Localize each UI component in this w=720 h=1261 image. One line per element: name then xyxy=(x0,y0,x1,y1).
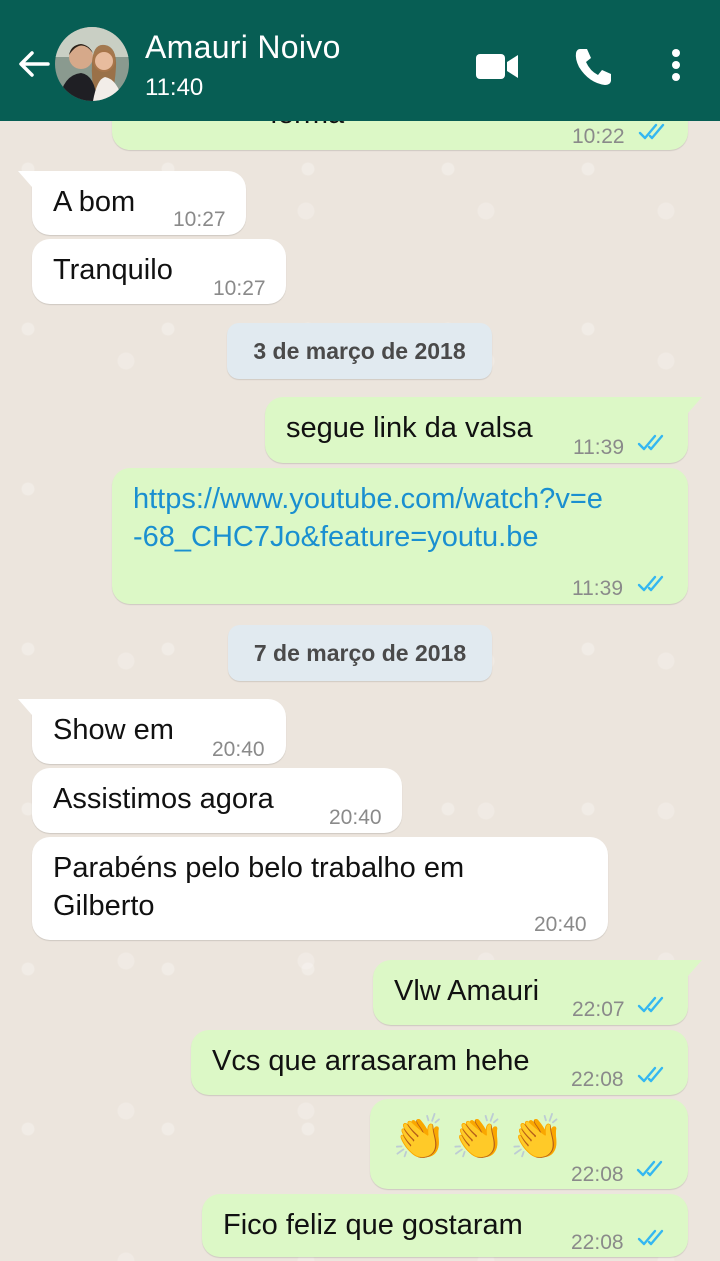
message-time: 22:08 xyxy=(571,1163,624,1186)
message-text: Gilberto xyxy=(53,890,155,922)
message-bubble-outgoing[interactable]: https://www.youtube.com/watch?v=e -68_CH… xyxy=(112,468,688,604)
message-text: Vlw Amauri xyxy=(394,975,540,1007)
read-receipt-icon xyxy=(637,1066,664,1083)
avatar[interactable] xyxy=(55,27,129,101)
message-time: 22:07 xyxy=(572,998,625,1021)
message-list[interactable]: forma 10:22 A bom 10:27 Tranquilo 10:27 … xyxy=(0,121,720,1261)
contact-status: 11:40 xyxy=(145,74,204,101)
message-text: Assistimos agora xyxy=(53,783,274,815)
message-bubble-outgoing[interactable]: Vlw Amauri 22:07 xyxy=(373,960,702,1025)
read-receipt-icon xyxy=(637,996,664,1013)
message-bubble-outgoing[interactable]: segue link da valsa 11:39 xyxy=(265,397,702,463)
message-time: 11:39 xyxy=(572,577,623,600)
chat-header: Amauri Noivo 11:40 xyxy=(0,0,720,121)
message-text: Parabéns pelo belo trabalho em xyxy=(53,852,465,884)
back-arrow-icon[interactable] xyxy=(14,44,54,84)
message-time: 11:39 xyxy=(573,436,624,459)
message-text: forma xyxy=(270,121,344,133)
video-call-icon[interactable] xyxy=(474,44,520,88)
date-separator: 7 de março de 2018 xyxy=(228,625,492,681)
read-receipt-icon xyxy=(637,434,664,451)
message-link[interactable]: -68_CHC7Jo&feature=youtu.be xyxy=(133,518,538,556)
message-link[interactable]: https://www.youtube.com/watch?v=e xyxy=(133,480,603,518)
message-time: 20:40 xyxy=(212,738,265,761)
message-text: A bom xyxy=(53,186,136,218)
message-bubble-incoming[interactable]: Parabéns pelo belo trabalho em Gilberto … xyxy=(32,837,608,940)
phone-icon[interactable] xyxy=(572,44,614,88)
message-text: Tranquilo xyxy=(53,254,173,286)
message-bubble-outgoing[interactable]: Fico feliz que gostaram 22:08 xyxy=(202,1194,688,1257)
message-bubble-outgoing[interactable]: 👏👏👏 22:08 xyxy=(370,1099,688,1189)
message-time: 10:27 xyxy=(213,277,266,300)
read-receipt-icon xyxy=(638,123,665,140)
message-text: Fico feliz que gostaram xyxy=(223,1209,523,1241)
message-time: 22:08 xyxy=(571,1231,624,1254)
date-separator: 3 de março de 2018 xyxy=(227,323,492,379)
message-text: Show em xyxy=(53,714,174,746)
read-receipt-icon xyxy=(637,575,664,592)
message-text: segue link da valsa xyxy=(286,412,533,444)
message-bubble-incoming[interactable]: Show em 20:40 xyxy=(18,699,286,764)
message-time: 10:22 xyxy=(572,125,625,148)
message-bubble-incoming[interactable]: Tranquilo 10:27 xyxy=(32,239,286,304)
message-bubble-outgoing[interactable]: forma 10:22 xyxy=(112,121,688,150)
message-bubble-incoming[interactable]: A bom 10:27 xyxy=(18,171,246,235)
message-time: 10:27 xyxy=(173,208,226,231)
message-time: 20:40 xyxy=(329,806,382,829)
clapping-hands-emoji: 👏👏👏 xyxy=(392,1113,569,1162)
message-text: Vcs que arrasaram hehe xyxy=(212,1045,530,1077)
message-bubble-outgoing[interactable]: Vcs que arrasaram hehe 22:08 xyxy=(191,1030,688,1095)
message-time: 22:08 xyxy=(571,1068,624,1091)
more-options-icon[interactable] xyxy=(660,44,692,88)
contact-name[interactable]: Amauri Noivo xyxy=(145,29,341,66)
read-receipt-icon xyxy=(637,1229,664,1246)
message-time: 20:40 xyxy=(534,913,587,936)
message-bubble-incoming[interactable]: Assistimos agora 20:40 xyxy=(32,768,402,833)
read-receipt-icon xyxy=(636,1160,663,1177)
